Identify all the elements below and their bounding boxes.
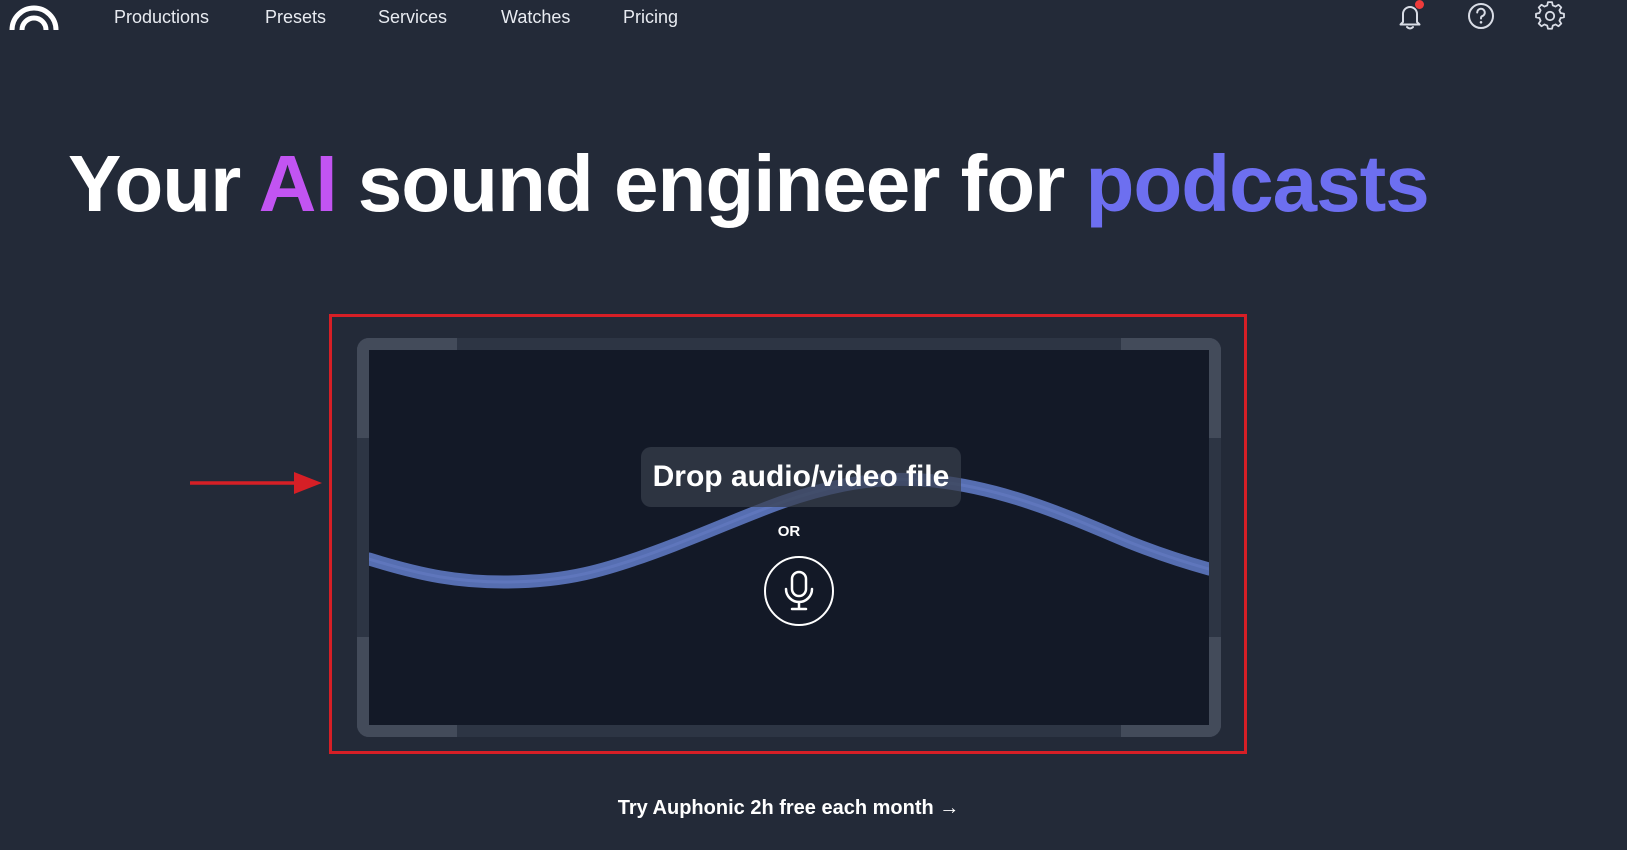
microphone-icon: [784, 570, 814, 611]
or-separator: OR: [777, 523, 801, 540]
hero-title-prefix: Your: [68, 139, 241, 228]
file-dropzone[interactable]: Drop audio/video file OR: [357, 338, 1221, 737]
hero-title: Your AI sound engineer for podcasts: [68, 136, 1430, 232]
nav-link-pricing[interactable]: Pricing: [623, 5, 678, 29]
help-icon[interactable]: [1466, 1, 1496, 31]
nav-link-productions[interactable]: Productions: [114, 5, 209, 29]
free-trial-link[interactable]: Try Auphonic 2h free each month →: [590, 795, 987, 821]
nav-link-services[interactable]: Services: [378, 5, 447, 29]
nav-link-watches[interactable]: Watches: [501, 5, 570, 29]
gear-icon[interactable]: [1535, 1, 1565, 31]
nav-link-presets[interactable]: Presets: [265, 5, 326, 29]
record-audio-button[interactable]: [764, 556, 834, 626]
arrow-right-icon: [190, 472, 322, 494]
hero-title-middle: sound engineer for: [357, 139, 1065, 228]
dropzone-inner[interactable]: Drop audio/video file OR: [369, 350, 1209, 725]
hero-title-ai: AI: [258, 139, 338, 228]
auphonic-logo-icon[interactable]: [8, 2, 60, 32]
hero-title-podcasts: podcasts: [1085, 139, 1430, 228]
notification-dot: [1415, 0, 1424, 9]
top-navigation: Productions Presets Services Watches Pri…: [0, 0, 1627, 40]
drop-file-label: Drop audio/video file: [641, 447, 961, 507]
